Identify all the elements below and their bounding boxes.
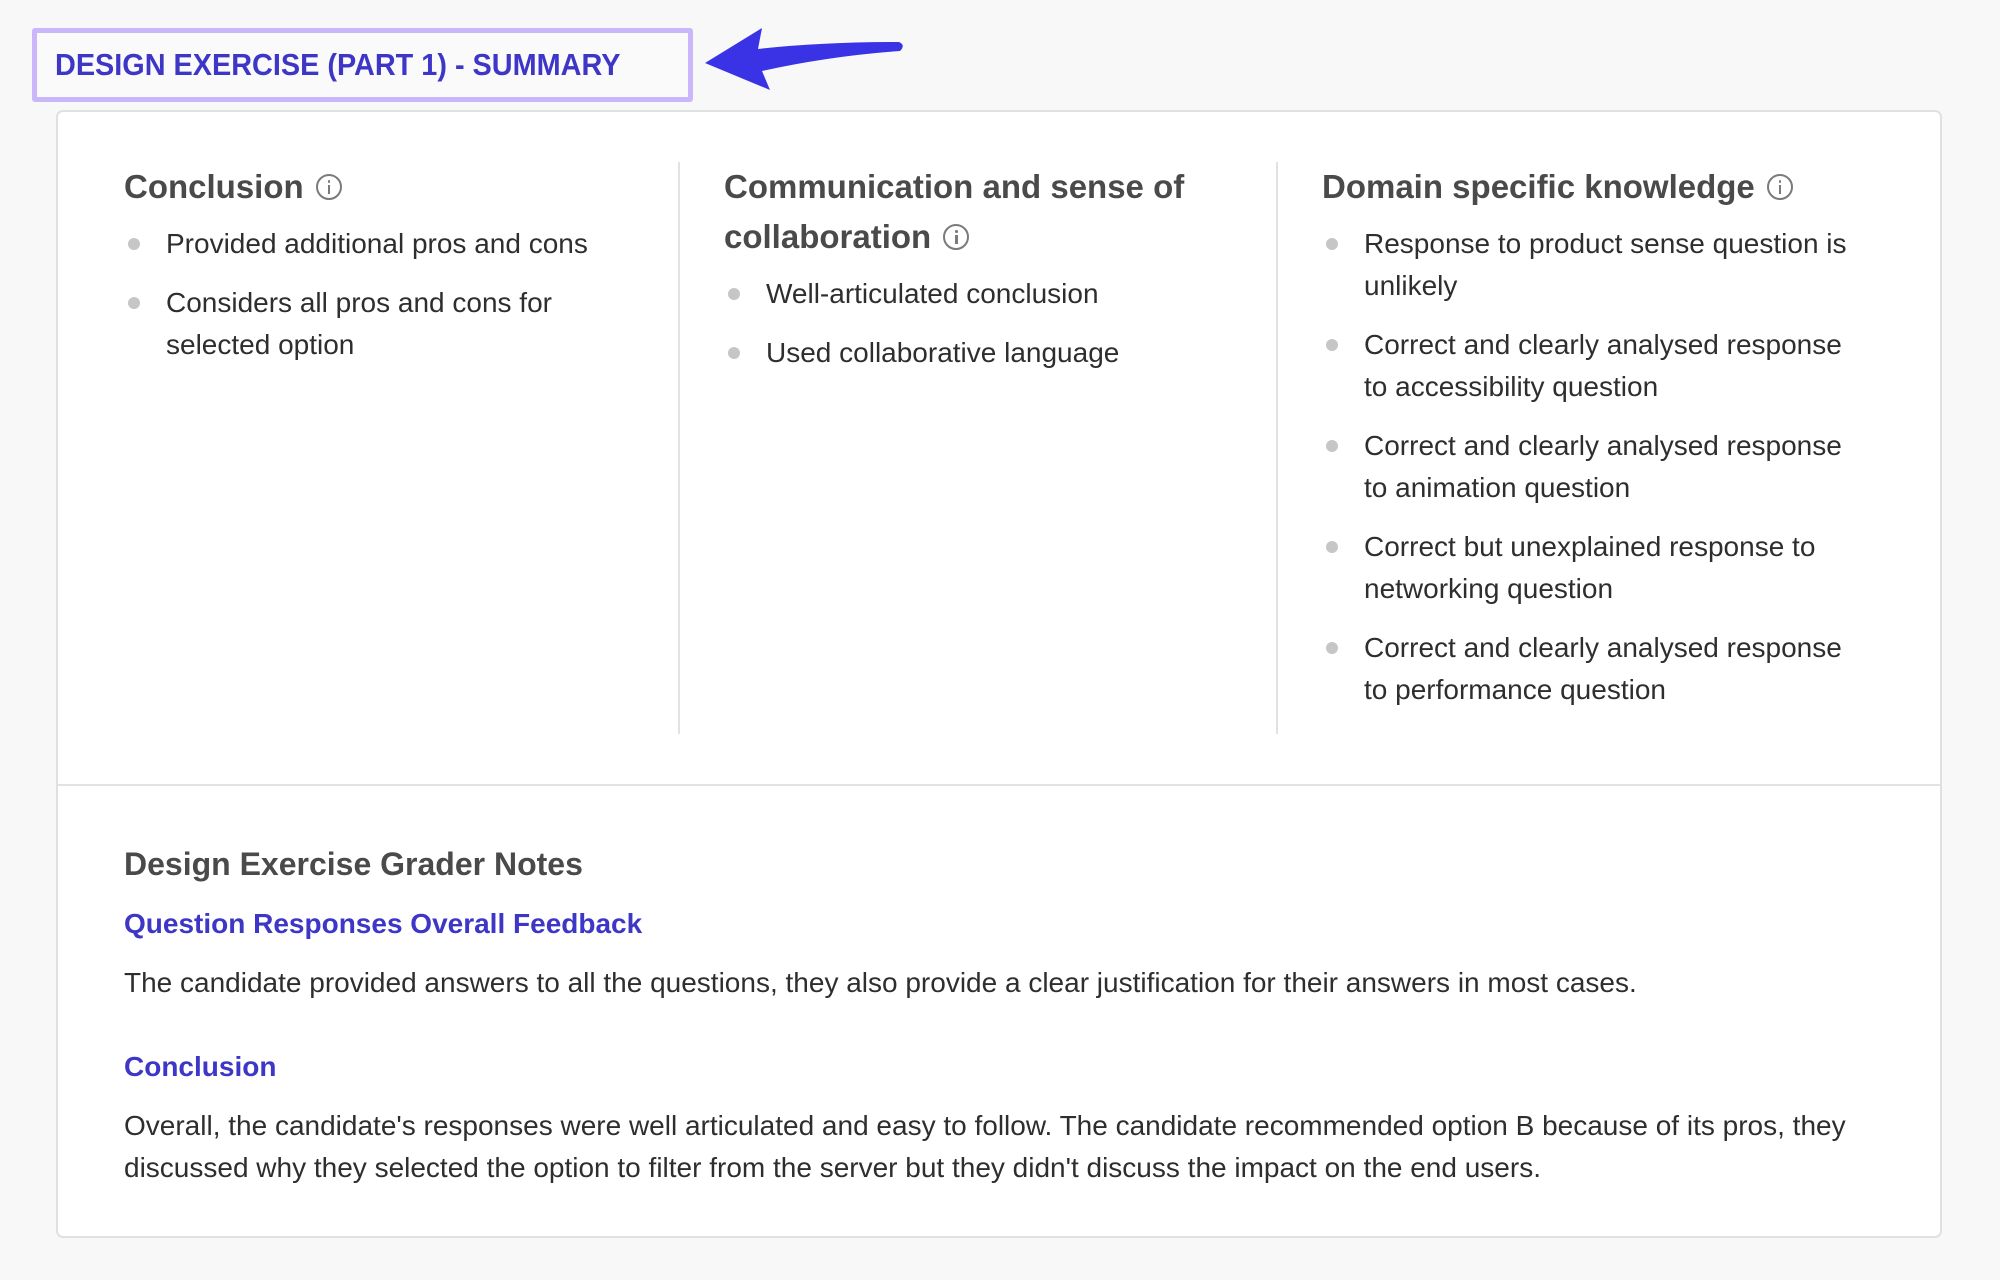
list-item-text: Used collaborative language <box>766 337 1120 368</box>
bullet-icon <box>728 347 740 359</box>
section-title-highlight: DESIGN EXERCISE (PART 1) - SUMMARY <box>32 28 693 102</box>
bullet-icon <box>1326 339 1338 351</box>
bullet-icon <box>1326 541 1338 553</box>
notes-subheading-conclusion: Conclusion <box>124 1051 277 1082</box>
notes-subheading-feedback: Question Responses Overall Feedback <box>124 908 643 939</box>
criteria-column-communication: Communication and sense of collaboration… <box>678 162 1276 734</box>
bullet-icon <box>1326 238 1338 250</box>
bullet-icon <box>1326 642 1338 654</box>
list-item-text: Considers all pros and cons for selected… <box>166 287 552 360</box>
bullet-icon <box>1326 440 1338 452</box>
list-item-text: Correct and clearly analysed response to… <box>1364 329 1842 402</box>
criteria-list: Well-articulated conclusion Used collabo… <box>724 273 1236 374</box>
criteria-section: Conclusion Provided additional pros and … <box>58 112 1940 786</box>
list-item: Provided additional pros and cons <box>124 223 638 265</box>
list-item-text: Well-articulated conclusion <box>766 278 1099 309</box>
arrow-left-icon <box>705 28 903 90</box>
list-item: Used collaborative language <box>724 332 1236 374</box>
notes-paragraph-conclusion: Overall, the candidate's responses were … <box>124 1110 1846 1183</box>
list-item-text: Correct and clearly analysed response to… <box>1364 632 1842 705</box>
criteria-column-domain-knowledge: Domain specific knowledge Response to pr… <box>1276 162 1896 734</box>
list-item-text: Response to product sense question is un… <box>1364 228 1847 301</box>
bullet-icon <box>128 238 140 250</box>
criteria-heading: Domain specific knowledge <box>1322 162 1866 212</box>
criteria-list: Response to product sense question is un… <box>1322 223 1866 711</box>
info-icon[interactable] <box>943 224 970 250</box>
list-item-text: Correct and clearly analysed response to… <box>1364 430 1842 503</box>
criteria-column-conclusion: Conclusion Provided additional pros and … <box>124 162 678 734</box>
list-item: Correct and clearly analysed response to… <box>1322 627 1866 711</box>
list-item: Correct and clearly analysed response to… <box>1322 324 1866 408</box>
summary-card: Conclusion Provided additional pros and … <box>56 110 1942 1238</box>
list-item: Well-articulated conclusion <box>724 273 1236 315</box>
list-item: Response to product sense question is un… <box>1322 223 1866 307</box>
section-title: DESIGN EXERCISE (PART 1) - SUMMARY <box>55 47 621 82</box>
info-icon[interactable] <box>315 174 342 200</box>
list-item: Considers all pros and cons for selected… <box>124 282 638 366</box>
criteria-heading: Communication and sense of collaboration <box>724 162 1236 262</box>
list-item-text: Correct but unexplained response to netw… <box>1364 531 1816 604</box>
info-icon[interactable] <box>1766 174 1793 200</box>
criteria-heading-text: Domain specific knowledge <box>1322 168 1755 205</box>
bullet-icon <box>728 288 740 300</box>
criteria-heading: Conclusion <box>124 162 638 212</box>
list-item: Correct but unexplained response to netw… <box>1322 526 1866 610</box>
list-item-text: Provided additional pros and cons <box>166 228 588 259</box>
criteria-list: Provided additional pros and cons Consid… <box>124 223 638 366</box>
annotation-arrow <box>705 28 903 90</box>
criteria-heading-text: Conclusion <box>124 168 304 205</box>
list-item: Correct and clearly analysed response to… <box>1322 425 1866 509</box>
bullet-icon <box>128 297 140 309</box>
notes-paragraph-feedback: The candidate provided answers to all th… <box>124 967 1637 998</box>
grader-notes-heading: Design Exercise Grader Notes <box>124 846 583 882</box>
